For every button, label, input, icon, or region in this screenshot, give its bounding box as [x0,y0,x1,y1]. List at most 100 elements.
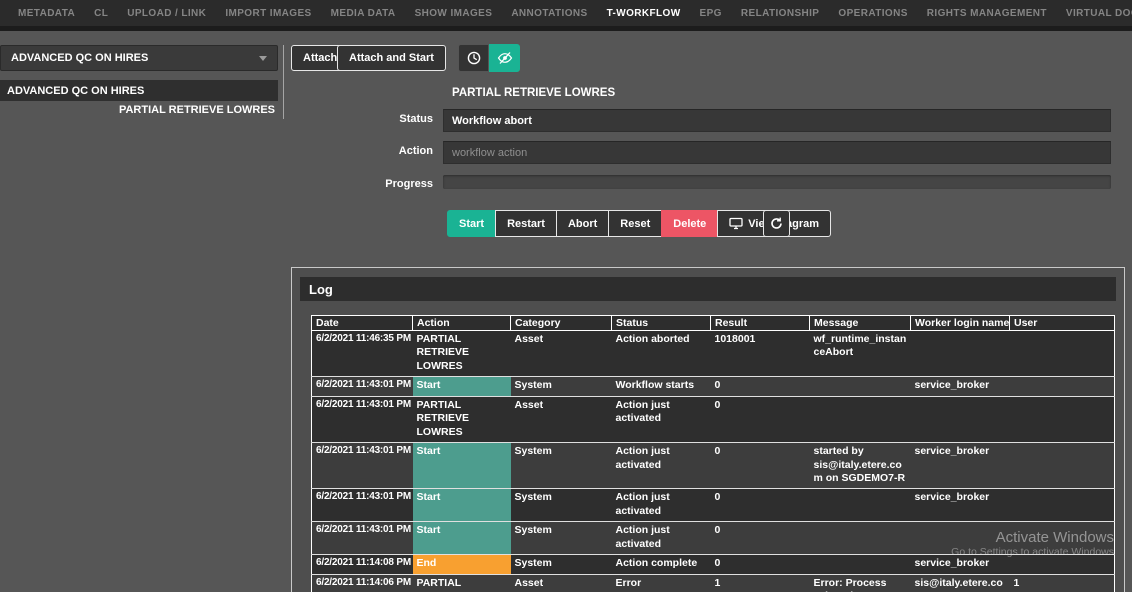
progress-label: Progress [0,178,433,190]
log-cell-result: 0 [711,377,810,396]
eye-slash-icon [497,51,513,65]
refresh-button[interactable] [763,210,790,237]
nav-item-cl[interactable]: CL [94,8,108,19]
action-label: Action [0,145,433,157]
nav-item-annotations[interactable]: ANNOTATIONS [511,8,587,19]
nav-item-show-images[interactable]: SHOW IMAGES [415,8,493,19]
log-cell-date: 6/2/2021 11:43:01 PM [312,377,413,396]
workflow-select-value: ADVANCED QC ON HIRES [11,52,148,64]
log-cell-result: 0 [711,443,810,489]
log-cell-result: 0 [711,489,810,522]
column-header-date: Date [312,316,413,331]
visibility-button[interactable] [489,44,520,72]
log-panel-title: Log [300,277,1116,301]
log-cell-result: 1 [711,574,810,592]
workflow-group-header: ADVANCED QC ON HIRES [0,80,278,101]
column-header-category: Category [511,316,612,331]
log-cell-category: Asset [511,574,612,592]
status-label: Status [0,113,433,125]
log-cell-action: PARTIAL RETRIEVE LOWRES [413,396,511,442]
refresh-icon [770,217,783,230]
log-cell-date: 6/2/2021 11:43:01 PM [312,522,413,555]
nav-item-upload-link[interactable]: UPLOAD / LINK [127,8,206,19]
log-cell-category: System [511,555,612,574]
nav-item-epg[interactable]: EPG [700,8,722,19]
action-field[interactable] [443,141,1111,164]
workflow-select[interactable]: ADVANCED QC ON HIRES [0,45,278,71]
log-cell-message: started by sis@italy.etere.com on SGDEMO… [810,443,911,489]
log-cell-status: Workflow starts [612,377,711,396]
log-cell-message [810,522,911,555]
abort-button[interactable]: Abort [556,210,609,237]
log-cell-message [810,377,911,396]
status-field[interactable] [443,109,1111,132]
log-row[interactable]: 6/2/2021 11:46:35 PMPARTIAL RETRIEVE LOW… [312,331,1115,377]
log-cell-category: System [511,377,612,396]
log-cell-worker [911,396,1010,442]
log-row[interactable]: 6/2/2021 11:14:08 PMEndSystemAction comp… [312,555,1115,574]
restart-button[interactable]: Restart [495,210,557,237]
history-clock-button[interactable] [458,44,489,72]
log-row[interactable]: 6/2/2021 11:43:01 PMPARTIAL RETRIEVE LOW… [312,396,1115,442]
nav-item-operations[interactable]: OPERATIONS [838,8,907,19]
log-cell-user [1010,522,1115,555]
log-cell-status: Action just activated [612,396,711,442]
log-cell-user [1010,443,1115,489]
log-cell-status: Error [612,574,711,592]
nav-item-media-data[interactable]: MEDIA DATA [331,8,396,19]
log-cell-action: Start [413,377,511,396]
log-cell-action: PARTIAL RETRIEVE LOWRES [413,574,511,592]
log-cell-category: System [511,522,612,555]
column-header-status: Status [612,316,711,331]
attach-and-start-button[interactable]: Attach and Start [337,45,446,71]
log-row[interactable]: 6/2/2021 11:43:01 PMStartSystemAction ju… [312,443,1115,489]
log-cell-action: PARTIAL RETRIEVE LOWRES [413,331,511,377]
nav-item-relationship[interactable]: RELATIONSHIP [741,8,820,19]
nav-item-virtual-documents[interactable]: VIRTUAL DOCUMENTS [1066,8,1132,19]
start-button[interactable]: Start [447,210,496,237]
column-header-result: Result [711,316,810,331]
log-cell-worker: service_broker [911,377,1010,396]
log-cell-status: Action just activated [612,522,711,555]
log-cell-action: Start [413,489,511,522]
log-cell-user [1010,489,1115,522]
log-cell-message [810,555,911,574]
nav-item-metadata[interactable]: METADATA [18,8,75,19]
column-header-action: Action [413,316,511,331]
log-cell-action: Start [413,522,511,555]
log-cell-worker [911,522,1010,555]
log-cell-date: 6/2/2021 11:43:01 PM [312,396,413,442]
log-cell-worker: service_broker [911,489,1010,522]
reset-button[interactable]: Reset [608,210,662,237]
log-table-body: 6/2/2021 11:46:35 PMPARTIAL RETRIEVE LOW… [312,331,1115,592]
log-row[interactable]: 6/2/2021 11:43:01 PMStartSystemAction ju… [312,489,1115,522]
delete-button[interactable]: Delete [661,210,718,237]
chevron-down-icon [259,56,267,61]
log-cell-date: 6/2/2021 11:14:06 PM [312,574,413,592]
log-cell-message: wf_runtime_instanceAbort [810,331,911,377]
log-cell-action: Start [413,443,511,489]
log-cell-result: 0 [711,522,810,555]
sidebar-divider [283,45,284,119]
log-cell-worker: service_broker [911,443,1010,489]
column-header-worker-login-name: Worker login name [911,316,1010,331]
log-cell-worker [911,331,1010,377]
workflow-title: PARTIAL RETRIEVE LOWRES [452,87,615,99]
log-cell-status: Action complete [612,555,711,574]
view-toggle-group [458,44,520,72]
log-cell-result: 0 [711,396,810,442]
log-row[interactable]: 6/2/2021 11:14:06 PMPARTIAL RETRIEVE LOW… [312,574,1115,592]
log-cell-status: Action just activated [612,489,711,522]
nav-item-rights-management[interactable]: RIGHTS MANAGEMENT [927,8,1047,19]
log-cell-date: 6/2/2021 11:43:01 PM [312,489,413,522]
log-cell-category: System [511,489,612,522]
nav-item-t-workflow[interactable]: T-WORKFLOW [607,8,681,19]
log-cell-date: 6/2/2021 11:14:08 PM [312,555,413,574]
log-row[interactable]: 6/2/2021 11:43:01 PMStartSystemAction ju… [312,522,1115,555]
nav-item-import-images[interactable]: IMPORT IMAGES [225,8,311,19]
log-table: DateActionCategoryStatusResultMessageWor… [311,315,1115,592]
progress-bar [443,175,1111,189]
log-row[interactable]: 6/2/2021 11:43:01 PMStartSystemWorkflow … [312,377,1115,396]
log-cell-status: Action aborted [612,331,711,377]
workflow-page: METADATA CL UPLOAD / LINK IMPORT IMAGES MEDI… [0,0,1132,592]
